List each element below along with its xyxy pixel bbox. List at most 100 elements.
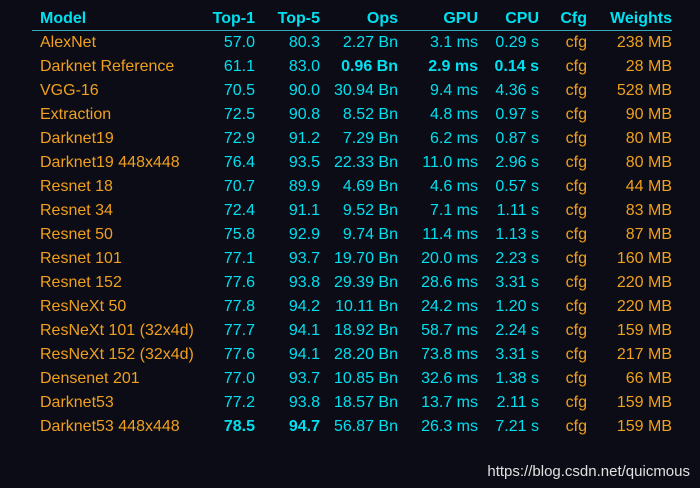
- header-gpu: GPU: [398, 8, 478, 31]
- cell-model: ResNeXt 152 (32x4d): [40, 346, 194, 363]
- cell-cfg[interactable]: cfg: [539, 55, 587, 79]
- cell-gpu: 9.4 ms: [429, 82, 478, 99]
- cell-cfg[interactable]: cfg: [539, 151, 587, 175]
- cell-weights: 220 MB: [616, 298, 672, 315]
- cell-cfg[interactable]: cfg: [539, 319, 587, 343]
- header-top5: Top-5: [255, 8, 320, 31]
- cell-top5: 93.8: [288, 274, 320, 291]
- cell-gpu: 73.8 ms: [421, 346, 478, 363]
- cell-ops: 7.29 Bn: [342, 130, 398, 147]
- cell-gpu: 20.0 ms: [421, 250, 478, 267]
- cell-weights: 238 MB: [616, 34, 672, 51]
- watermark: https://blog.csdn.net/quicmous: [487, 463, 690, 480]
- cell-model: VGG-16: [40, 82, 99, 99]
- cell-top1: 77.0: [223, 370, 255, 387]
- cell-cfg[interactable]: cfg: [539, 31, 587, 56]
- cell-cpu: 0.29 s: [495, 34, 539, 51]
- table-row: Resnet 152 77.6 93.8 29.39 Bn 28.6 ms 3.31 sc…: [32, 271, 672, 295]
- cell-model: Extraction: [40, 106, 112, 123]
- cell-model: Resnet 18: [40, 178, 113, 195]
- table-row: Resnet 18 70.7 89.9 4.69 Bn 4.6 ms 0.57 s cfg 4…: [32, 175, 672, 199]
- cell-cfg[interactable]: cfg: [539, 295, 587, 319]
- cell-cfg[interactable]: cfg: [539, 367, 587, 391]
- cell-top1: 70.5: [223, 82, 255, 99]
- cell-cfg[interactable]: cfg: [539, 343, 587, 367]
- cell-cpu: 2.11 s: [496, 394, 539, 411]
- cell-cfg[interactable]: cfg: [539, 247, 587, 271]
- cell-cpu: 2.96 s: [495, 154, 539, 171]
- header-model: Model: [32, 8, 190, 31]
- cell-cfg[interactable]: cfg: [539, 415, 587, 439]
- cell-model: Densenet 201: [40, 370, 140, 387]
- cell-cfg[interactable]: cfg: [539, 271, 587, 295]
- cell-weights: 87 MB: [625, 226, 672, 243]
- table-header-row: Model Top-1 Top-5 Ops GPU CPU Cfg Weight…: [32, 8, 672, 31]
- cell-model: AlexNet: [40, 34, 97, 51]
- cell-gpu: 11.0 ms: [422, 154, 478, 171]
- cell-gpu: 4.6 ms: [429, 178, 478, 195]
- cell-ops: 28.20 Bn: [333, 346, 398, 363]
- cell-cpu: 7.21 s: [495, 418, 539, 435]
- cell-ops: 18.57 Bn: [333, 394, 398, 411]
- cell-top1: 61.1: [223, 58, 255, 75]
- cell-ops: 10.11 Bn: [335, 298, 398, 315]
- cell-gpu: 26.3 ms: [421, 418, 478, 435]
- cell-model: ResNeXt 50: [40, 298, 127, 315]
- cell-cfg[interactable]: cfg: [539, 79, 587, 103]
- model-comparison-table: Model Top-1 Top-5 Ops GPU CPU Cfg Weight…: [32, 8, 672, 439]
- cell-ops: 9.74 Bn: [342, 226, 398, 243]
- header-cfg: Cfg: [539, 8, 587, 31]
- cell-cpu: 0.57 s: [495, 178, 539, 195]
- cell-top5: 83.0: [288, 58, 320, 75]
- cell-model: Darknet53 448x448: [40, 418, 180, 435]
- cell-cpu: 1.38 s: [495, 370, 539, 387]
- table-body: AlexNet 57.0 80.3 2.27 Bn 3.1 ms 0.29 s cfg 238…: [32, 31, 672, 440]
- cell-cfg[interactable]: cfg: [539, 199, 587, 223]
- cell-weights: 66 MB: [625, 370, 672, 387]
- cell-gpu: 6.2 ms: [429, 130, 478, 147]
- cell-top5: 94.7: [288, 418, 320, 435]
- cell-top5: 89.9: [288, 178, 320, 195]
- cell-cfg[interactable]: cfg: [539, 223, 587, 247]
- cell-cfg[interactable]: cfg: [539, 127, 587, 151]
- cell-weights: 159 MB: [616, 322, 672, 339]
- cell-ops: 0.96 Bn: [341, 58, 398, 75]
- cell-ops: 2.27 Bn: [342, 34, 398, 51]
- cell-gpu: 58.7 ms: [421, 322, 478, 339]
- cell-top5: 94.1: [288, 346, 320, 363]
- header-ops: Ops: [320, 8, 398, 31]
- cell-weights: 90 MB: [625, 106, 672, 123]
- cell-model: Resnet 50: [40, 226, 113, 243]
- table-row: Darknet53 77.2 93.8 18.57 Bn 13.7 ms 2.11 s cf…: [32, 391, 672, 415]
- table-row: Resnet 101 77.1 93.7 19.70 Bn 20.0 ms 2.23 sc…: [32, 247, 672, 271]
- cell-top1: 77.7: [223, 322, 255, 339]
- cell-cpu: 0.14 s: [494, 58, 539, 75]
- cell-cpu: 0.87 s: [495, 130, 539, 147]
- table-row: AlexNet 57.0 80.3 2.27 Bn 3.1 ms 0.29 s cfg 238…: [32, 31, 672, 56]
- table-row: Resnet 34 72.4 91.1 9.52 Bn 7.1 ms 1.11 s cfg 8…: [32, 199, 672, 223]
- cell-weights: 159 MB: [616, 418, 672, 435]
- cell-weights: 83 MB: [625, 202, 672, 219]
- cell-cpu: 3.31 s: [495, 274, 539, 291]
- cell-cpu: 0.97 s: [495, 106, 539, 123]
- cell-model: Darknet19 448x448: [40, 154, 180, 171]
- table-row: ResNeXt 50 77.8 94.2 10.11 Bn 24.2 ms 1.20 sc…: [32, 295, 672, 319]
- cell-cpu: 1.11 s: [496, 202, 539, 219]
- cell-gpu: 7.1 ms: [429, 202, 478, 219]
- table-row: Darknet19 72.9 91.2 7.29 Bn 6.2 ms 0.87 s cfg 8…: [32, 127, 672, 151]
- cell-ops: 19.70 Bn: [333, 250, 398, 267]
- cell-cpu: 1.20 s: [495, 298, 539, 315]
- cell-gpu: 3.1 ms: [429, 34, 478, 51]
- cell-model: ResNeXt 101 (32x4d): [40, 322, 194, 339]
- cell-cpu: 4.36 s: [495, 82, 539, 99]
- table-row: Resnet 50 75.8 92.9 9.74 Bn 11.4 ms 1.13 s cfg…: [32, 223, 672, 247]
- cell-cfg[interactable]: cfg: [539, 175, 587, 199]
- cell-weights: 160 MB: [616, 250, 672, 267]
- table-row: Darknet Reference 61.1 83.0 0.96 Bn 2.9 ms 0.…: [32, 55, 672, 79]
- cell-top1: 77.6: [223, 346, 255, 363]
- cell-top5: 92.9: [288, 226, 320, 243]
- cell-ops: 9.52 Bn: [342, 202, 398, 219]
- cell-cfg[interactable]: cfg: [539, 103, 587, 127]
- cell-weights: 44 MB: [625, 178, 672, 195]
- cell-cfg[interactable]: cfg: [539, 391, 587, 415]
